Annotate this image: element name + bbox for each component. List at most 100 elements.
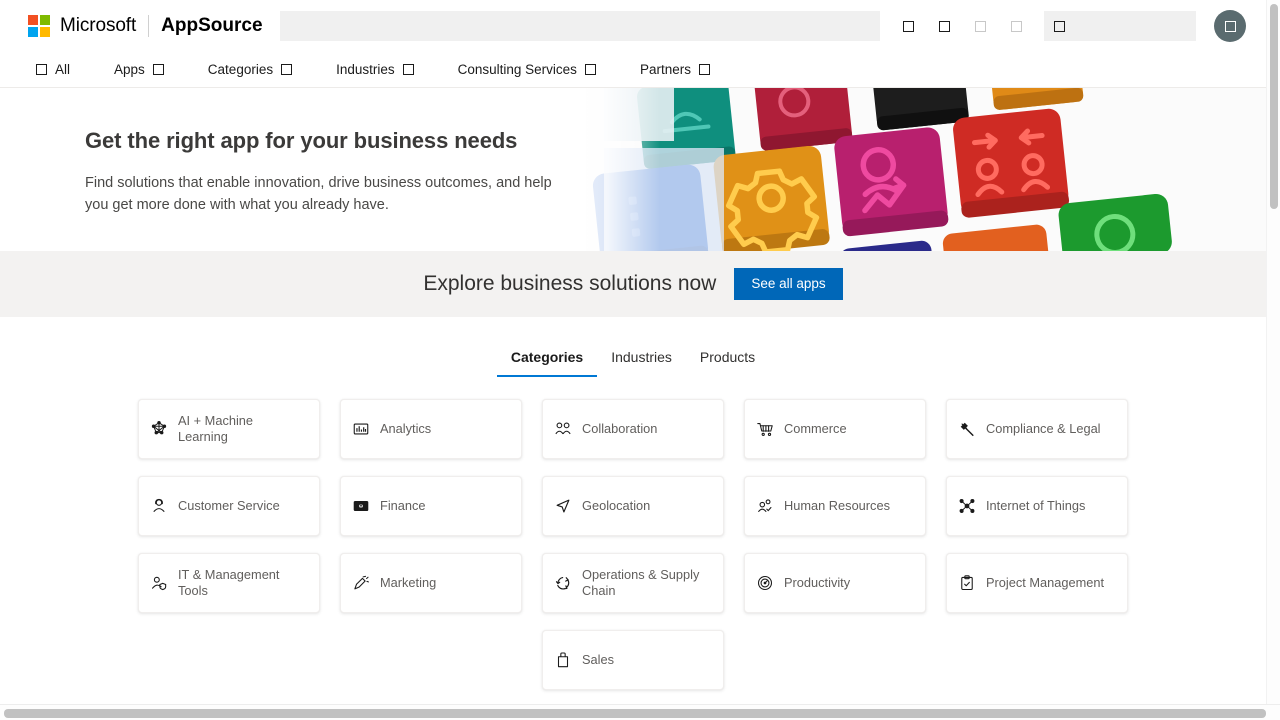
category-card-label: Human Resources xyxy=(784,498,890,513)
glyph-box-icon xyxy=(1054,20,1065,32)
category-card-operations-supply-chain[interactable]: Operations & Supply Chain xyxy=(542,553,724,613)
primary-navigation: All Apps Categories Industries Consultin… xyxy=(0,52,1266,88)
hero-title: Get the right app for your business need… xyxy=(85,128,518,153)
category-card-it-management-tools[interactable]: IT & Management Tools xyxy=(138,553,320,613)
person-shield-icon xyxy=(150,574,168,592)
brand-divider xyxy=(148,15,150,37)
hero-banner: Get the right app for your business need… xyxy=(0,88,1266,251)
nav-item-all[interactable]: All xyxy=(36,62,88,77)
tab-categories[interactable]: Categories xyxy=(496,341,598,377)
appsource-page: Microsoft AppSource All Apps Categories … xyxy=(0,0,1280,720)
hero-illustration xyxy=(586,88,1266,251)
navigation-arrow-icon xyxy=(554,497,572,515)
nav-item-apps[interactable]: Apps xyxy=(114,62,182,77)
header-actions xyxy=(890,8,1266,44)
category-card-label: IT & Management Tools xyxy=(178,567,280,598)
nav-item-label: All xyxy=(55,62,71,77)
people-check-icon xyxy=(756,497,774,515)
category-card-commerce[interactable]: Commerce xyxy=(744,399,926,459)
category-card-label: Productivity xyxy=(784,575,851,590)
nav-item-label: Partners xyxy=(639,62,691,77)
brand-microsoft-label[interactable]: Microsoft xyxy=(60,15,136,37)
explore-title: Explore business solutions now xyxy=(423,272,717,295)
search-input[interactable] xyxy=(279,11,880,41)
category-card-label: Commerce xyxy=(784,421,847,436)
category-card-label: Project Management xyxy=(986,575,1105,590)
ai-machine-learning-icon xyxy=(150,420,168,438)
nav-item-categories[interactable]: Categories xyxy=(208,62,310,77)
headset-person-icon xyxy=(150,497,168,515)
gavel-icon xyxy=(958,420,976,438)
nav-item-label: Apps xyxy=(114,62,145,77)
category-card-label: Compliance & Legal xyxy=(986,421,1101,436)
sign-in-button[interactable] xyxy=(1044,11,1196,41)
chevron-down-icon xyxy=(402,64,414,75)
nav-item-partners[interactable]: Partners xyxy=(640,62,728,77)
tab-industries[interactable]: Industries xyxy=(597,341,686,377)
category-card-project-management[interactable]: Project Management xyxy=(946,553,1128,613)
iot-nodes-icon xyxy=(958,497,976,515)
header-action-1-button[interactable] xyxy=(890,8,926,44)
category-card-finance[interactable]: Finance xyxy=(340,476,522,536)
glyph-box-icon xyxy=(36,64,47,75)
category-tabs: Categories Industries Products xyxy=(0,341,1266,377)
clipboard-check-icon xyxy=(958,574,976,592)
tab-products[interactable]: Products xyxy=(686,341,769,377)
nav-item-label: Consulting Services xyxy=(457,62,577,77)
header-action-3-button[interactable] xyxy=(962,8,998,44)
category-card-compliance-legal[interactable]: Compliance & Legal xyxy=(946,399,1128,459)
chevron-down-icon xyxy=(152,64,164,75)
glyph-box-icon xyxy=(902,20,914,32)
nav-item-label: Industries xyxy=(336,62,395,77)
page-viewport: Microsoft AppSource All Apps Categories … xyxy=(0,0,1266,704)
avatar[interactable] xyxy=(1214,10,1246,42)
gauge-icon xyxy=(756,574,774,592)
see-all-apps-button[interactable]: See all apps xyxy=(734,268,843,300)
megaphone-icon xyxy=(352,574,370,592)
analytics-icon xyxy=(352,420,370,438)
category-card-label: Analytics xyxy=(380,421,432,436)
category-card-human-resources[interactable]: Human Resources xyxy=(744,476,926,536)
category-card-collaboration[interactable]: Collaboration xyxy=(542,399,724,459)
glyph-box-icon xyxy=(1224,20,1236,32)
category-card-label: AI + Machine Learning xyxy=(178,413,254,444)
explore-banner: Explore business solutions now See all a… xyxy=(0,251,1266,317)
category-card-label: Collaboration xyxy=(582,421,658,436)
vertical-scrollbar[interactable] xyxy=(1266,0,1280,704)
glyph-box-icon xyxy=(1010,20,1022,32)
category-card-sales[interactable]: Sales xyxy=(542,630,724,690)
glyph-box-icon xyxy=(938,20,950,32)
category-card-marketing[interactable]: Marketing xyxy=(340,553,522,613)
microsoft-logo-icon[interactable] xyxy=(28,15,50,37)
category-card-ai-machine-learning[interactable]: AI + Machine Learning xyxy=(138,399,320,459)
banknote-icon xyxy=(352,497,370,515)
category-card-label: Geolocation xyxy=(582,498,651,513)
category-card-label: Marketing xyxy=(380,575,437,590)
category-card-label: Internet of Things xyxy=(986,498,1086,513)
global-header: Microsoft AppSource xyxy=(0,0,1266,52)
category-card-productivity[interactable]: Productivity xyxy=(744,553,926,613)
horizontal-scrollbar-thumb[interactable] xyxy=(4,709,1266,718)
chevron-down-icon xyxy=(281,64,293,75)
nav-item-label: Categories xyxy=(207,62,274,77)
category-card-grid: AI + Machine Learning Analytics Collabor… xyxy=(138,399,1128,690)
category-card-internet-of-things[interactable]: Internet of Things xyxy=(946,476,1128,536)
nav-item-consulting-services[interactable]: Consulting Services xyxy=(458,62,614,77)
category-card-analytics[interactable]: Analytics xyxy=(340,399,522,459)
category-card-label: Finance xyxy=(380,498,426,513)
brand-appsource-label[interactable]: AppSource xyxy=(161,15,262,37)
shopping-bag-icon xyxy=(554,651,572,669)
category-card-label: Operations & Supply Chain xyxy=(582,567,700,598)
category-card-geolocation[interactable]: Geolocation xyxy=(542,476,724,536)
category-card-customer-service[interactable]: Customer Service xyxy=(138,476,320,536)
vertical-scrollbar-thumb[interactable] xyxy=(1270,4,1278,209)
hero-subtitle: Find solutions that enable innovation, d… xyxy=(85,175,552,213)
circular-arrows-icon xyxy=(554,574,572,592)
nav-item-industries[interactable]: Industries xyxy=(336,62,432,77)
commerce-cart-icon xyxy=(756,420,774,438)
horizontal-scrollbar[interactable] xyxy=(0,704,1280,720)
header-action-4-button[interactable] xyxy=(998,8,1034,44)
collaboration-icon xyxy=(554,420,572,438)
chevron-down-icon xyxy=(698,64,710,75)
header-action-2-button[interactable] xyxy=(926,8,962,44)
